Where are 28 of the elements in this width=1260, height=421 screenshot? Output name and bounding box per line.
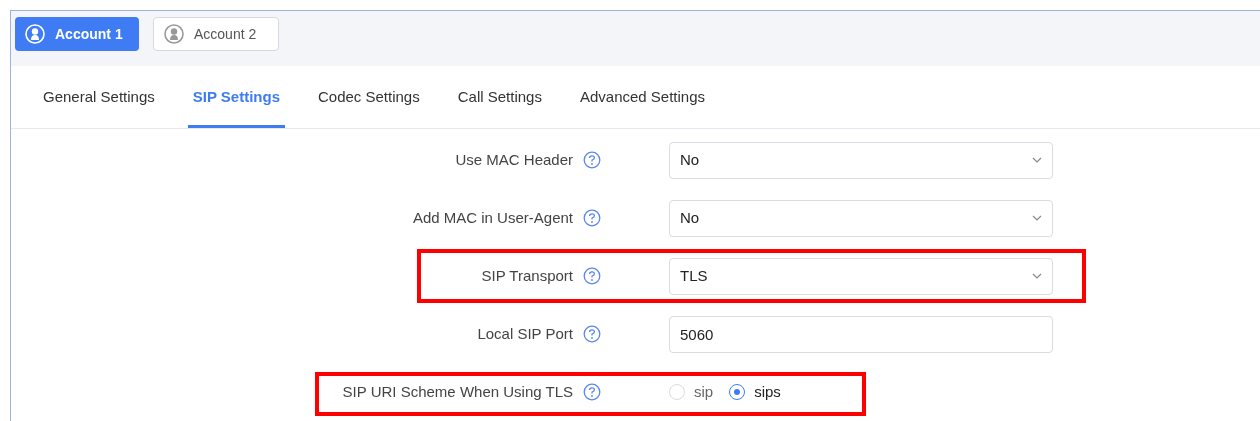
help-icon[interactable]	[583, 267, 601, 285]
radio-option[interactable]: sip	[669, 380, 714, 404]
help-icon[interactable]	[583, 383, 601, 401]
account-tab[interactable]: Account 2	[153, 17, 279, 51]
help-icon[interactable]	[583, 151, 601, 169]
chevron-down-icon	[1032, 273, 1042, 279]
settings-tab[interactable]: Advanced Settings	[579, 66, 706, 128]
user-icon	[25, 24, 45, 44]
field-label: Use MAC Header	[454, 149, 574, 170]
settings-tab[interactable]: SIP Settings	[187, 66, 285, 128]
chevron-down-icon	[1032, 215, 1042, 221]
help-icon[interactable]	[583, 325, 601, 343]
select-field[interactable]: No	[669, 141, 1053, 179]
select-field[interactable]: TLS	[669, 257, 1053, 295]
field-label: Local SIP Port	[476, 323, 574, 344]
help-icon[interactable]	[583, 209, 601, 227]
select-field[interactable]: No	[669, 199, 1053, 237]
field-label: SIP URI Scheme When Using TLS	[341, 381, 574, 402]
user-icon	[164, 24, 184, 44]
radio-option[interactable]: sips	[729, 380, 781, 404]
settings-tab[interactable]: General Settings	[43, 66, 155, 128]
field-label: SIP Transport	[480, 265, 574, 286]
settings-tab[interactable]: Codec Settings	[318, 66, 420, 128]
chevron-down-icon	[1032, 157, 1042, 163]
input-field[interactable]: 5060	[669, 315, 1053, 353]
field-label: Add MAC in User-Agent	[411, 207, 574, 228]
settings-tab[interactable]: Call Settings	[457, 66, 542, 128]
account-tab[interactable]: Account 1	[15, 17, 139, 51]
